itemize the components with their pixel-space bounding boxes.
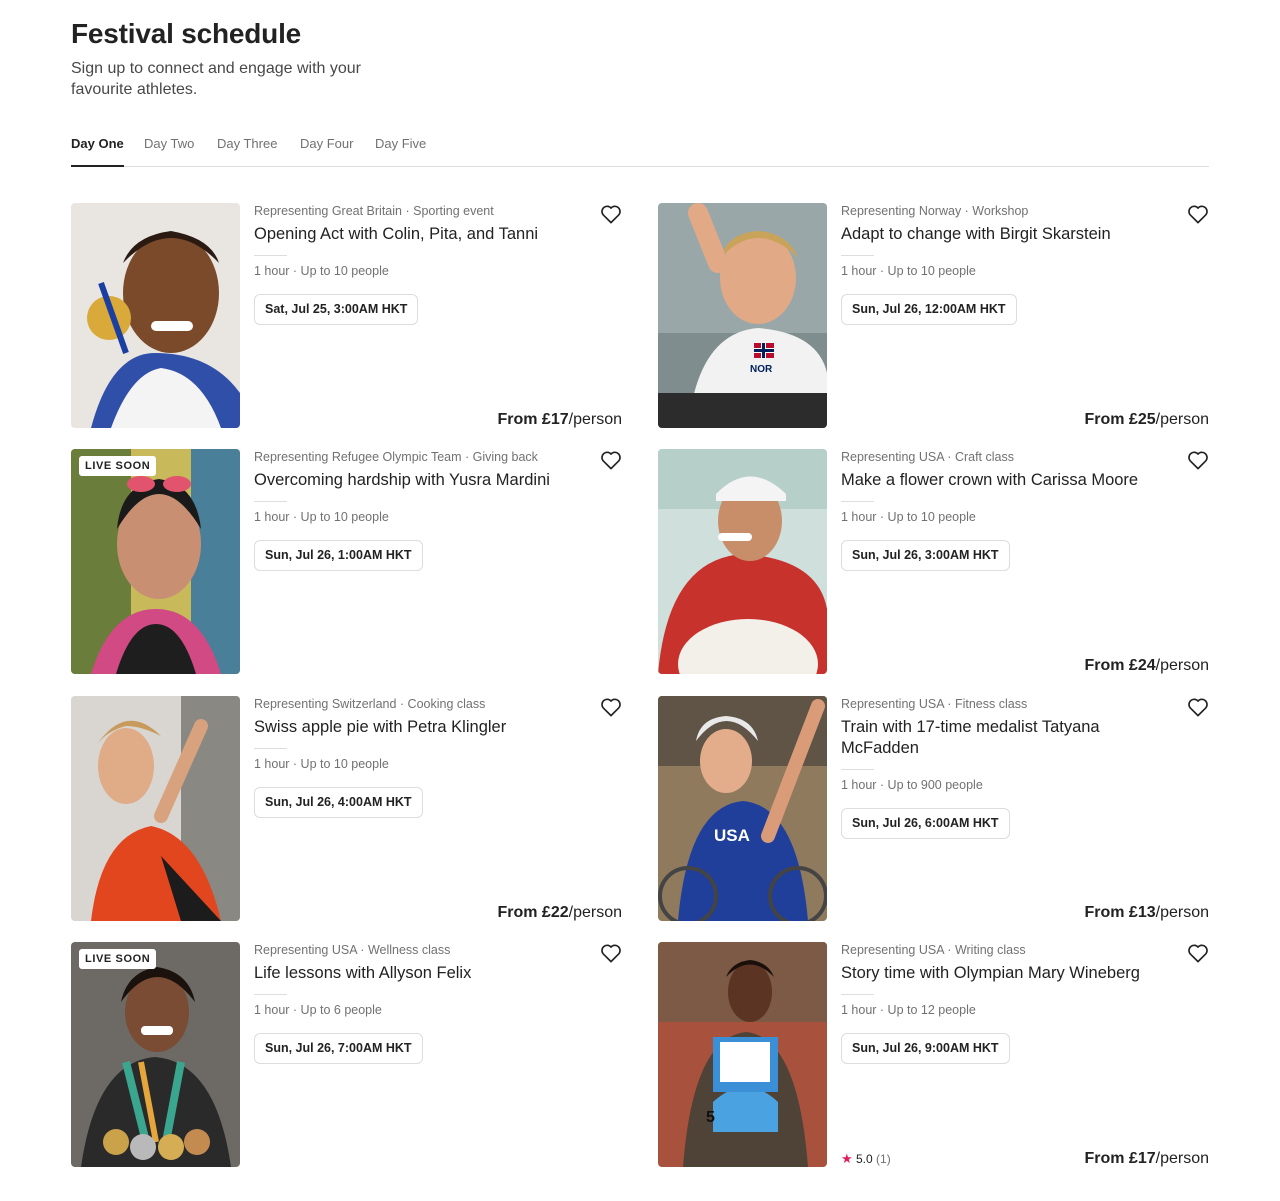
card-title[interactable]: Make a flower crown with Carissa Moore: [841, 470, 1141, 491]
experience-card[interactable]: Representing Switzerland · Cooking class…: [71, 696, 622, 922]
page-subtitle: Sign up to connect and engage with your …: [71, 60, 361, 98]
heart-icon[interactable]: [1187, 204, 1209, 224]
card-title[interactable]: Overcoming hardship with Yusra Mardini: [254, 470, 554, 491]
heart-icon[interactable]: [1187, 697, 1209, 717]
card-details: 1 hour · Up to 10 people: [254, 757, 389, 771]
card-divider: [254, 501, 287, 502]
card-title[interactable]: Opening Act with Colin, Pita, and Tanni: [254, 224, 554, 245]
card-meta: Representing Norway · Workshop: [841, 204, 1029, 218]
date-button[interactable]: Sun, Jul 26, 9:00AM HKT: [841, 1033, 1010, 1064]
experience-card[interactable]: LIVE SOON Representing USA · Wellness cl…: [71, 942, 622, 1168]
card-meta: Representing Switzerland · Cooking class: [254, 697, 486, 711]
card-title[interactable]: Adapt to change with Birgit Skarstein: [841, 224, 1141, 245]
experience-card[interactable]: Representing USA · Craft class Make a fl…: [658, 449, 1209, 675]
athlete-photo[interactable]: [71, 203, 240, 428]
price-from: From £24: [1084, 657, 1156, 674]
experience-card[interactable]: 5 Representing USA · Writing class Story…: [658, 942, 1209, 1168]
price: From £24/person: [1084, 657, 1209, 675]
card-details: 1 hour · Up to 10 people: [841, 510, 976, 524]
price-unit: /person: [1155, 657, 1209, 674]
tab-day-one[interactable]: Day One: [71, 136, 124, 167]
price-from: From £17: [497, 411, 569, 428]
price: From £22/person: [497, 904, 622, 922]
tab-day-three[interactable]: Day Three: [217, 136, 277, 167]
card-divider: [841, 255, 874, 256]
live-soon-badge: LIVE SOON: [79, 949, 157, 969]
price-from: From £13: [1084, 904, 1156, 921]
date-button[interactable]: Sun, Jul 26, 4:00AM HKT: [254, 787, 423, 818]
card-details: 1 hour · Up to 10 people: [254, 510, 389, 524]
card-details: 1 hour · Up to 10 people: [254, 264, 389, 278]
card-details: 1 hour · Up to 6 people: [254, 1003, 382, 1017]
tab-day-two[interactable]: Day Two: [144, 136, 194, 167]
experience-card[interactable]: LIVE SOON Representing Refugee Olympic T…: [71, 449, 622, 675]
heart-icon[interactable]: [600, 450, 622, 470]
card-divider: [841, 501, 874, 502]
price: From £17/person: [497, 411, 622, 429]
card-meta: Representing USA · Craft class: [841, 450, 1014, 464]
bib-number: 5: [706, 1109, 715, 1126]
page-title: Festival schedule: [71, 18, 302, 49]
card-details: 1 hour · Up to 12 people: [841, 1003, 976, 1017]
card-divider: [254, 994, 287, 995]
date-button[interactable]: Sun, Jul 26, 1:00AM HKT: [254, 540, 423, 571]
card-meta: Representing Refugee Olympic Team · Givi…: [254, 450, 538, 464]
heart-icon[interactable]: [1187, 943, 1209, 963]
jersey-text: NOR: [750, 364, 773, 375]
card-meta: Representing USA · Fitness class: [841, 697, 1028, 711]
date-button[interactable]: Sun, Jul 26, 3:00AM HKT: [841, 540, 1010, 571]
athlete-photo[interactable]: USA: [658, 696, 827, 921]
card-title[interactable]: Life lessons with Allyson Felix: [254, 963, 554, 984]
date-button[interactable]: Sun, Jul 26, 12:00AM HKT: [841, 294, 1017, 325]
jersey-text: USA: [714, 826, 750, 845]
experience-card[interactable]: NOR Representing Norway · Workshop Adapt…: [658, 203, 1209, 429]
card-divider: [254, 748, 287, 749]
rating-count: (1): [876, 1152, 891, 1166]
price-unit: /person: [568, 904, 622, 921]
card-meta: Representing USA · Wellness class: [254, 943, 451, 957]
rating-value: 5.0: [856, 1152, 873, 1166]
price-from: From £22: [497, 904, 569, 921]
heart-icon[interactable]: [1187, 450, 1209, 470]
experience-card[interactable]: USA Representing USA · Fitness class Tra…: [658, 696, 1209, 922]
card-divider: [841, 994, 874, 995]
star-icon: ★: [841, 1151, 853, 1166]
athlete-photo[interactable]: LIVE SOON: [71, 942, 240, 1167]
price-unit: /person: [1155, 411, 1209, 428]
athlete-photo[interactable]: [658, 449, 827, 674]
rating: ★ 5.0 (1): [841, 1151, 891, 1167]
card-meta: Representing USA · Writing class: [841, 943, 1026, 957]
athlete-photo[interactable]: NOR: [658, 203, 827, 428]
card-meta: Representing Great Britain · Sporting ev…: [254, 204, 494, 218]
live-soon-badge: LIVE SOON: [79, 456, 157, 476]
price: From £17/person: [1084, 1150, 1209, 1168]
card-title[interactable]: Story time with Olympian Mary Wineberg: [841, 963, 1141, 984]
athlete-photo[interactable]: 5: [658, 942, 827, 1167]
date-button[interactable]: Sun, Jul 26, 6:00AM HKT: [841, 808, 1010, 839]
date-button[interactable]: Sat, Jul 25, 3:00AM HKT: [254, 294, 419, 325]
price-from: From £25: [1084, 411, 1156, 428]
price-unit: /person: [1155, 904, 1209, 921]
price: From £13/person: [1084, 904, 1209, 922]
card-title[interactable]: Train with 17-time medalist Tatyana McFa…: [841, 717, 1141, 759]
experience-card[interactable]: Representing Great Britain · Sporting ev…: [71, 203, 622, 429]
tab-day-five[interactable]: Day Five: [375, 136, 426, 167]
card-details: 1 hour · Up to 10 people: [841, 264, 976, 278]
heart-icon[interactable]: [600, 697, 622, 717]
heart-icon[interactable]: [600, 943, 622, 963]
price-unit: /person: [1155, 1150, 1209, 1167]
price-unit: /person: [568, 411, 622, 428]
card-divider: [254, 255, 287, 256]
heart-icon[interactable]: [600, 204, 622, 224]
tab-day-four[interactable]: Day Four: [300, 136, 353, 167]
day-tabs: Day One Day Two Day Three Day Four Day F…: [71, 136, 1209, 167]
card-title[interactable]: Swiss apple pie with Petra Klingler: [254, 717, 554, 738]
athlete-photo[interactable]: LIVE SOON: [71, 449, 240, 674]
price: From £25/person: [1084, 411, 1209, 429]
date-button[interactable]: Sun, Jul 26, 7:00AM HKT: [254, 1033, 423, 1064]
card-details: 1 hour · Up to 900 people: [841, 778, 983, 792]
card-divider: [841, 769, 874, 770]
athlete-photo[interactable]: [71, 696, 240, 921]
price-from: From £17: [1084, 1150, 1156, 1167]
